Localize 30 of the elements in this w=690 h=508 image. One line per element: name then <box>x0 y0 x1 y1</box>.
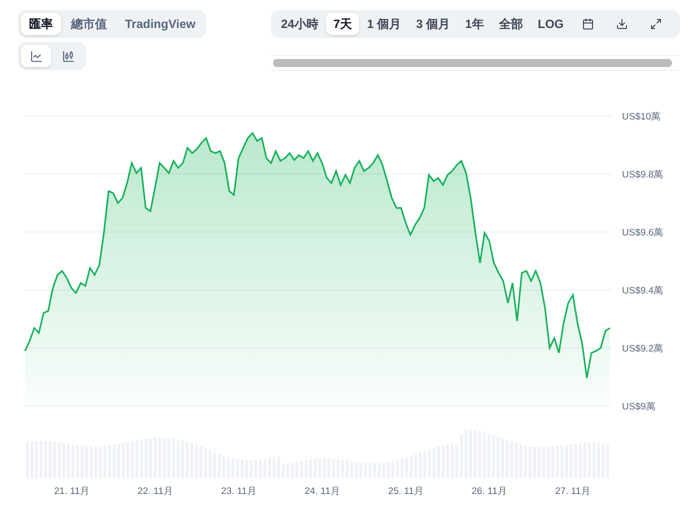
bar-chart-icon <box>62 50 74 62</box>
view-tab[interactable]: 匯率 <box>21 13 61 35</box>
x-axis-label: 25. 11月 <box>388 486 424 497</box>
x-axis-label: 26. 11月 <box>472 486 508 497</box>
download-icon <box>616 18 628 30</box>
y-axis-label: US$9.2萬 <box>622 344 664 354</box>
range-tab[interactable]: 7天 <box>326 13 360 35</box>
expand-icon <box>650 18 662 30</box>
x-axis-label: 21. 11月 <box>54 486 90 497</box>
scrollbar[interactable] <box>273 59 672 67</box>
x-axis-label: 23. 11月 <box>221 486 257 497</box>
range-tab[interactable]: LOG <box>530 13 571 35</box>
x-axis-label: 24. 11月 <box>304 486 340 497</box>
range-tab[interactable]: 1 個月 <box>360 13 408 35</box>
y-axis-label: US$9.8萬 <box>622 170 664 180</box>
y-axis-label: US$9萬 <box>622 402 656 412</box>
range-tab[interactable]: 1年 <box>458 13 491 35</box>
line-chart-icon <box>30 50 42 62</box>
y-axis-label: US$9.6萬 <box>622 228 664 238</box>
range-tab[interactable]: 全部 <box>492 13 530 35</box>
y-axis-label: US$9.4萬 <box>622 286 664 296</box>
calendar-icon <box>582 18 594 30</box>
range-tab[interactable]: 3 個月 <box>409 13 458 35</box>
x-axis-label: 27. 11月 <box>555 486 591 497</box>
view-tab[interactable]: 總市值 <box>63 13 115 35</box>
x-axis-label: 22. 11月 <box>138 486 174 497</box>
chart-type-button[interactable] <box>21 45 51 67</box>
view-tab[interactable]: TradingView <box>117 13 204 35</box>
range-tab[interactable]: 24小時 <box>274 13 326 35</box>
y-axis-label: US$10萬 <box>622 112 662 122</box>
